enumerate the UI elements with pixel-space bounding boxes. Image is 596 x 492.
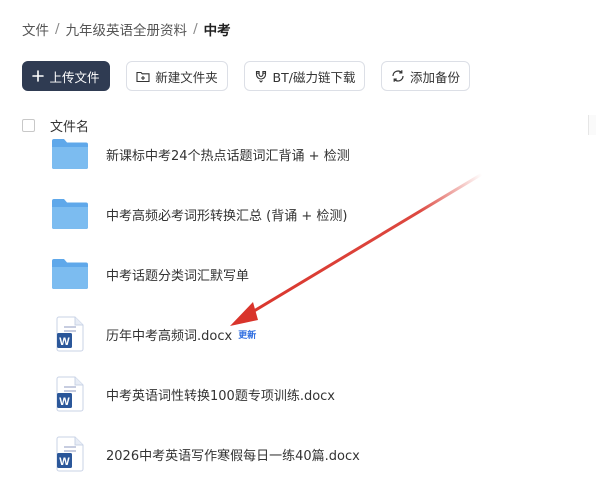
add-backup-label: 添加备份 [409, 69, 460, 85]
svg-text:W: W [59, 336, 70, 348]
bt-download-button[interactable]: BT/磁力链下载 [244, 61, 365, 91]
select-all-checkbox[interactable] [22, 118, 35, 132]
file-name[interactable]: 中考高频必考词形转换汇总 (背诵 + 检测) [106, 205, 347, 224]
toolbar: 上传文件 新建文件夹 BT/磁力链下载 添加备份 [0, 61, 596, 93]
updated-badge: 更新 [238, 330, 257, 341]
breadcrumb-separator: / [55, 21, 60, 37]
magnet-icon [255, 70, 266, 83]
svg-text:W: W [59, 396, 70, 408]
column-filename[interactable]: 文件名 [50, 116, 89, 135]
upload-file-label: 上传文件 [49, 69, 100, 85]
list-item[interactable]: 新课标中考24个热点话题词汇背诵 + 检测 [50, 134, 570, 174]
new-folder-label: 新建文件夹 [155, 69, 218, 85]
word-doc-icon: W [50, 374, 90, 414]
list-item[interactable]: 中考高频必考词形转换汇总 (背诵 + 检测) [50, 194, 570, 234]
breadcrumb-item-grade9[interactable]: 九年级英语全册资料 [66, 19, 188, 39]
new-folder-icon [136, 71, 150, 82]
folder-icon [50, 194, 90, 234]
breadcrumb-current: 中考 [203, 23, 231, 39]
plus-icon [32, 70, 45, 82]
scrollbar[interactable] [588, 115, 596, 135]
new-folder-button[interactable]: 新建文件夹 [126, 61, 228, 91]
breadcrumb-item-files[interactable]: 文件 [22, 19, 49, 39]
list-item[interactable]: W 中考英语词性转换100题专项训练.docx [50, 374, 570, 414]
file-name[interactable]: 中考话题分类词汇默写单 [106, 265, 249, 284]
list-item[interactable]: W 历年中考高频词.docx 更新 [50, 314, 570, 354]
upload-file-button[interactable]: 上传文件 [22, 61, 110, 91]
word-doc-icon: W [50, 434, 90, 474]
word-doc-icon: W [50, 314, 90, 354]
folder-icon [50, 254, 90, 294]
file-name[interactable]: 中考英语词性转换100题专项训练.docx [106, 385, 335, 404]
breadcrumb: 文件 / 九年级英语全册资料 / 中考 [22, 19, 231, 39]
file-name[interactable]: 2026中考英语写作寒假每日一练40篇.docx [106, 445, 360, 464]
file-name[interactable]: 新课标中考24个热点话题词汇背诵 + 检测 [106, 145, 350, 164]
file-list-header: 文件名 [22, 116, 89, 135]
list-item[interactable]: W 2026中考英语写作寒假每日一练40篇.docx [50, 434, 570, 474]
bt-download-label: BT/磁力链下载 [272, 69, 356, 85]
list-item[interactable]: 中考话题分类词汇默写单 [50, 254, 570, 294]
breadcrumb-separator: / [193, 21, 198, 37]
sync-icon [392, 70, 404, 82]
folder-icon [50, 134, 90, 174]
svg-text:W: W [59, 456, 70, 468]
file-name[interactable]: 历年中考高频词.docx [106, 325, 232, 344]
add-backup-button[interactable]: 添加备份 [381, 61, 470, 91]
